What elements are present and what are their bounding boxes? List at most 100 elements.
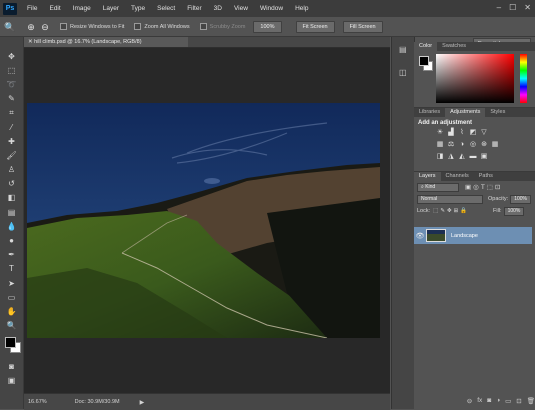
- tab-adjustments[interactable]: Adjustments: [445, 108, 486, 117]
- history-brush-tool-icon[interactable]: ↺: [0, 177, 23, 191]
- layer-row-landscape[interactable]: 👁 Landscape: [414, 227, 532, 244]
- fill-screen-button[interactable]: Fill Screen: [342, 20, 383, 33]
- shape-tool-icon[interactable]: ▭: [0, 290, 23, 304]
- menu-view[interactable]: View: [228, 5, 254, 12]
- eye-icon[interactable]: 👁: [414, 232, 426, 240]
- brightness-contrast-icon[interactable]: ☀: [436, 129, 444, 137]
- black-white-icon[interactable]: ◑: [458, 141, 466, 149]
- fit-screen-button[interactable]: Fit Screen: [295, 20, 335, 33]
- tab-color[interactable]: Color: [414, 42, 438, 51]
- threshold-icon[interactable]: ◭: [458, 153, 466, 161]
- menu-window[interactable]: Window: [254, 5, 289, 12]
- dodge-tool-icon[interactable]: ●: [0, 233, 23, 247]
- pen-tool-icon[interactable]: ✒: [0, 248, 23, 262]
- quick-mask-icon[interactable]: ◙: [0, 359, 23, 373]
- fill-field[interactable]: 100%: [503, 206, 525, 216]
- zoom-level[interactable]: 16.67%: [28, 399, 47, 405]
- zoom-tool-icon[interactable]: 🔍: [4, 22, 15, 32]
- invert-icon[interactable]: ◨: [436, 153, 444, 161]
- tab-channels[interactable]: Channels: [441, 172, 474, 181]
- new-layer-icon[interactable]: ⊡: [516, 397, 521, 407]
- photo-filter-icon[interactable]: ◎: [469, 141, 477, 149]
- tab-styles[interactable]: Styles: [485, 108, 510, 117]
- filter-icons[interactable]: ▣◎T⬚⊡: [465, 183, 502, 191]
- menu-3d[interactable]: 3D: [208, 5, 228, 12]
- properties-panel-icon[interactable]: ◫: [399, 68, 414, 77]
- menu-image[interactable]: Image: [67, 5, 97, 12]
- color-picker-field[interactable]: [436, 54, 514, 103]
- history-panel-icon[interactable]: ▤: [399, 45, 414, 54]
- delete-layer-icon[interactable]: 🗑: [527, 397, 535, 407]
- hand-tool-icon[interactable]: ✋: [0, 304, 23, 318]
- adjustment-layer-icon[interactable]: ◑: [496, 397, 500, 407]
- menu-file[interactable]: File: [21, 5, 43, 12]
- layer-mask-icon[interactable]: ◙: [487, 397, 491, 407]
- channel-mixer-icon[interactable]: ⊛: [480, 141, 488, 149]
- vibrance-icon[interactable]: ▽: [480, 129, 488, 137]
- brush-tool-icon[interactable]: 🖌: [0, 148, 23, 162]
- zoom-out-icon[interactable]: ⊖: [40, 22, 50, 32]
- blur-tool-icon[interactable]: 💧: [0, 219, 23, 233]
- gradient-tool-icon[interactable]: ▤: [0, 205, 23, 219]
- type-tool-icon[interactable]: T: [0, 262, 23, 276]
- clone-stamp-tool-icon[interactable]: ♙: [0, 163, 23, 177]
- menu-layer[interactable]: Layer: [97, 5, 125, 12]
- eyedropper-tool-icon[interactable]: ⁄: [0, 120, 23, 134]
- tab-paths[interactable]: Paths: [474, 172, 498, 181]
- menu-filter[interactable]: Filter: [181, 5, 207, 12]
- eraser-tool-icon[interactable]: ◧: [0, 191, 23, 205]
- menu-type[interactable]: Type: [125, 5, 151, 12]
- tab-layers[interactable]: Layers: [414, 172, 441, 181]
- kind-filter-dropdown[interactable]: ⌕ Kind: [417, 182, 459, 192]
- maximize-icon[interactable]: ☐: [509, 3, 516, 12]
- layer-filter-row: ⌕ Kind ▣◎T⬚⊡: [414, 181, 535, 193]
- document-tab[interactable]: ✕ hill climb.psd @ 16.7% (Landscape, RGB…: [24, 37, 188, 47]
- panel-dock: ▤ ◫: [391, 37, 415, 409]
- exposure-icon[interactable]: ◩: [469, 129, 477, 137]
- hue-saturation-icon[interactable]: ▦: [436, 141, 444, 149]
- quick-select-tool-icon[interactable]: ✎: [0, 92, 23, 106]
- zoom-in-icon[interactable]: ⊕: [26, 22, 36, 32]
- color-panel: Color Swatches: [414, 42, 535, 108]
- tab-swatches[interactable]: Swatches: [437, 42, 471, 51]
- marquee-tool-icon[interactable]: ⬚: [0, 63, 23, 77]
- foreground-color-swatch[interactable]: [5, 337, 16, 348]
- curves-icon[interactable]: ⌇: [458, 129, 466, 137]
- foreground-color-chip[interactable]: [419, 56, 429, 66]
- tab-libraries[interactable]: Libraries: [414, 108, 445, 117]
- menu-edit[interactable]: Edit: [43, 5, 66, 12]
- scrubby-zoom-checkbox[interactable]: Scrubby Zoom: [199, 23, 245, 30]
- move-tool-icon[interactable]: ✥: [0, 49, 23, 63]
- adjustments-title: Add an adjustment: [418, 120, 473, 126]
- zoom-tool-icon[interactable]: 🔍: [0, 319, 23, 333]
- close-icon[interactable]: ✕: [524, 3, 531, 12]
- resize-windows-checkbox[interactable]: Resize Windows to Fit: [60, 23, 124, 30]
- status-arrow-icon[interactable]: ▶: [140, 399, 145, 406]
- layer-style-icon[interactable]: fx: [477, 397, 482, 407]
- lock-row: Lock: ⬚✎✥⊞🔒 Fill: 100%: [414, 205, 535, 217]
- path-select-tool-icon[interactable]: ➤: [0, 276, 23, 290]
- gradient-map-icon[interactable]: ▬: [469, 153, 477, 161]
- color-lookup-icon[interactable]: ▦: [491, 141, 499, 149]
- color-balance-icon[interactable]: ⚖: [447, 141, 455, 149]
- menu-select[interactable]: Select: [151, 5, 181, 12]
- minimize-icon[interactable]: –: [497, 3, 501, 12]
- levels-icon[interactable]: ▟: [447, 129, 455, 137]
- selective-color-icon[interactable]: ▣: [480, 153, 488, 161]
- screen-mode-icon[interactable]: ▣: [0, 373, 23, 387]
- lasso-tool-icon[interactable]: ➰: [0, 77, 23, 91]
- doc-info[interactable]: Doc: 30.9M/30.9M: [75, 399, 120, 405]
- canvas-area[interactable]: [24, 48, 390, 393]
- link-layers-icon[interactable]: ⊖: [467, 397, 472, 407]
- crop-tool-icon[interactable]: ⌗: [0, 106, 23, 120]
- zoom-all-windows-checkbox[interactable]: Zoom All Windows: [134, 23, 190, 30]
- blend-mode-dropdown[interactable]: Normal: [417, 194, 483, 204]
- menu-help[interactable]: Help: [289, 5, 314, 12]
- hue-slider[interactable]: [520, 54, 527, 103]
- zoom-100-button[interactable]: 100%: [253, 20, 282, 33]
- group-icon[interactable]: ▭: [505, 397, 511, 407]
- opacity-field[interactable]: 100%: [510, 194, 531, 204]
- lock-icons[interactable]: ⬚✎✥⊞🔒: [433, 208, 469, 214]
- posterize-icon[interactable]: ◮: [447, 153, 455, 161]
- healing-brush-tool-icon[interactable]: ✚: [0, 134, 23, 148]
